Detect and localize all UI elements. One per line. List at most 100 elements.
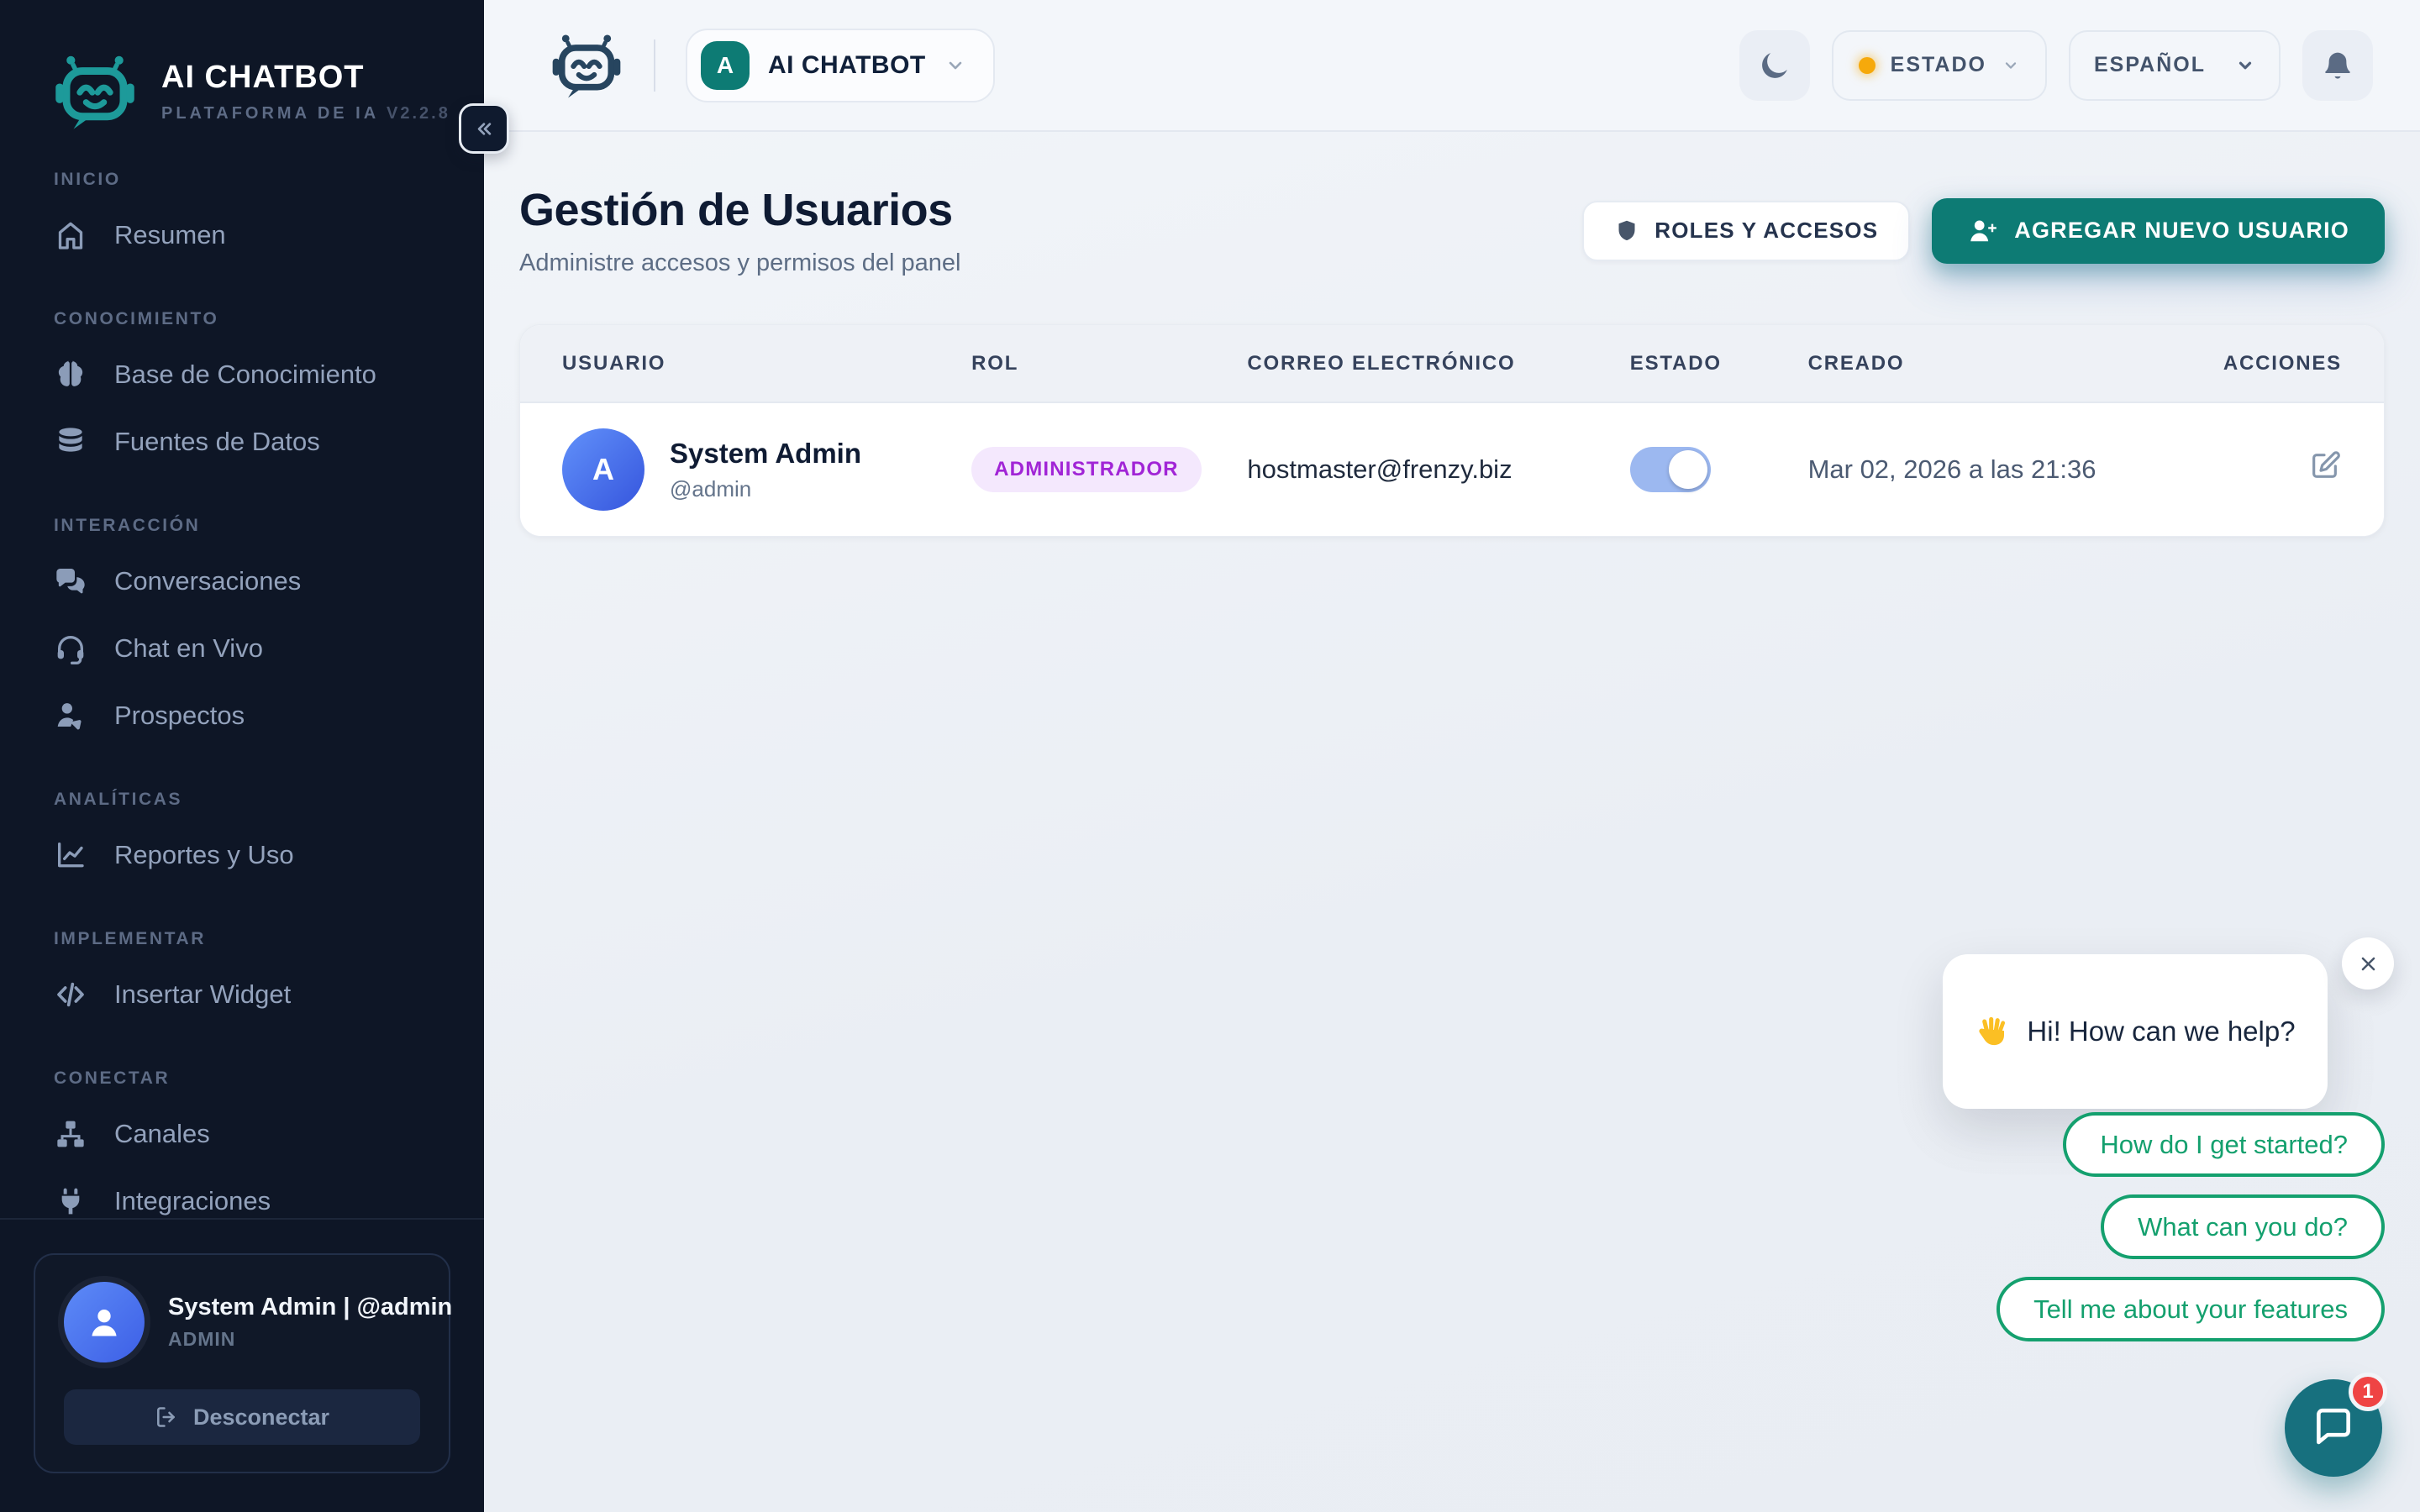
sidebar-section-label: CONOCIMIENTO [54,309,219,328]
dark-mode-toggle[interactable] [1739,29,1810,101]
sidebar-item-chat-en-vivo[interactable]: Chat en Vivo [29,615,455,682]
brain-icon [54,358,87,391]
sidebar-footer: System Admin | @admin ADMIN Desconectar [0,1218,484,1512]
wave-emoji-icon [1975,1014,2010,1049]
sidebar-section-label: INTERACCIÓN [54,516,201,535]
sidebar-item-prospectos[interactable]: Prospectos [29,682,455,749]
sidebar-section-inicio: INICIO Resumen [29,170,455,269]
workspace-label: AI CHATBOT [768,50,926,79]
plug-icon [54,1184,87,1218]
bell-icon [2321,49,2354,82]
sidebar-item-label: Reportes y Uso [114,839,294,869]
chevrons-left-icon [473,118,496,140]
shield-icon [1614,218,1639,244]
sidebar-item-conversaciones[interactable]: Conversaciones [29,548,455,615]
brand-subtitle: PLATAFORMA DE IA V2.2.8 [161,104,450,123]
chat-greeting-text: Hi! How can we help? [2027,1016,2296,1047]
logout-button[interactable]: Desconectar [64,1389,420,1445]
sidebar-item-label: Conversaciones [114,565,302,596]
language-select[interactable]: ESPAÑOL [2069,29,2281,101]
notifications-button[interactable] [2302,29,2373,101]
add-user-button[interactable]: AGREGAR NUEVO USUARIO [1932,197,2385,264]
sidebar-section-label: INICIO [54,170,121,189]
unread-badge: 1 [2349,1373,2387,1411]
sidebar-item-label: Base de Conocimiento [114,359,376,389]
sidebar-logo: AI CHATBOT PLATAFORMA DE IA V2.2.8 [0,0,484,143]
sidebar-nav: INICIO Resumen CONOCIMIENTO Base de Conocim… [0,143,484,1218]
page-title: Gestión de Usuarios [519,185,953,235]
sidebar-item-label: Fuentes de Datos [114,426,320,456]
chat-bubble-icon [2309,1404,2358,1452]
user-name: System Admin | @admin [168,1294,453,1320]
users-table: USUARIO ROL CORREO ELECTRÓNICO ESTADO CR… [519,324,2385,537]
sidebar-item-reportes-y-uso[interactable]: Reportes y Uso [29,822,455,889]
sidebar-item-label: Resumen [114,219,226,249]
chat-close-button[interactable] [2342,937,2394,990]
row-avatar: A [562,428,644,511]
quick-reply-what-can-you-do[interactable]: What can you do? [2101,1194,2385,1259]
sidebar-item-base-de-conocimiento[interactable]: Base de Conocimiento [29,341,455,408]
row-user-handle: @admin [670,475,752,501]
header-robot-logo-icon [550,29,623,102]
edit-user-button[interactable] [2308,449,2342,491]
quick-reply-how-do-i-get-started[interactable]: How do I get started? [2063,1112,2385,1177]
language-label: ESPAÑOL [2094,53,2206,76]
status-toggle[interactable] [1629,447,1711,492]
user-card: System Admin | @admin ADMIN Desconectar [34,1253,453,1473]
workspace-selector[interactable]: A AI CHATBOT [686,28,995,102]
chevron-down-icon [2002,56,2020,75]
sidebar-item-canales[interactable]: Canales [29,1100,455,1168]
table-header-row: USUARIO ROL CORREO ELECTRÓNICO ESTADO CR… [520,325,2384,403]
sidebar-section-conocimiento: CONOCIMIENTO Base de Conocimiento Fuentes … [29,309,455,475]
close-icon [2357,953,2380,975]
column-header-correo: CORREO ELECTRÓNICO [1247,351,1516,375]
role-badge: ADMINISTRADOR [971,447,1202,492]
edit-icon [2308,449,2342,482]
sidebar-item-insertar-widget[interactable]: Insertar Widget [29,961,455,1028]
avatar [64,1282,145,1362]
sidebar-item-label: Canales [114,1118,210,1148]
sidebar-section-implementar: IMPLEMENTAR Insertar Widget [29,929,455,1028]
robot-logo-icon [52,49,138,134]
chart-line-icon [54,838,87,872]
status-label: ESTADO [1890,53,1986,76]
user-role: ADMIN [168,1328,236,1350]
sidebar-section-conectar: CONECTARCanalesIntegracionesTareas de Si… [29,1068,455,1218]
chat-launcher-button[interactable]: 1 [2285,1373,2387,1477]
headset-icon [54,632,87,665]
table-row: A System Admin @admin ADMINISTRADOR host… [520,403,2384,536]
sidebar-section-analiticas: ANALÍTICAS Reportes y Uso [29,790,455,889]
sidebar-item-resumen[interactable]: Resumen [29,202,455,269]
row-user-name: System Admin [670,437,862,469]
status-dot [1858,56,1876,74]
sidebar-collapse-button[interactable] [459,103,509,154]
row-email: hostmaster@frenzy.biz [1247,454,1512,484]
quick-reply-tell-me-about-your-features[interactable]: Tell me about your features [1996,1277,2385,1341]
moon-icon [1758,49,1791,82]
sidebar-item-fuentes-de-datos[interactable]: Fuentes de Datos [29,408,455,475]
status-dropdown[interactable]: ESTADO [1831,29,2047,101]
sidebar-section-label: ANALÍTICAS [54,790,183,809]
brand-title: AI CHATBOT [161,60,365,95]
user-icon [85,1303,124,1341]
chat-bubbles-icon [54,564,87,598]
chat-quick-replies: How do I get started? What can you do? Tel… [1996,1112,2385,1341]
home-icon [54,218,87,252]
workspace-avatar: A [701,40,750,90]
page-subtitle: Administre accesos y permisos del panel [519,249,961,276]
chevron-down-icon [2235,55,2255,76]
sidebar-section-label: IMPLEMENTAR [54,929,207,948]
roles-access-button[interactable]: ROLES Y ACCESOS [1582,200,1911,261]
toggle-knob [1668,450,1707,489]
sidebar-item-integraciones[interactable]: Integraciones [29,1168,455,1218]
top-header: A AI CHATBOT ESTADO ESPAÑOL [484,0,2420,132]
sidebar-section-interaccion: INTERACCIÓN Conversaciones Chat en Vivo Pro… [29,516,455,749]
column-header-rol: ROL [971,351,1019,375]
chevron-down-icon [944,55,966,76]
header-divider [654,39,655,92]
brand-version: V2.2.8 [387,104,450,123]
column-header-usuario: USUARIO [562,351,666,375]
sidebar-item-label: Integraciones [114,1185,271,1215]
user-tag-icon [54,699,87,732]
sidebar-section-label: CONECTAR [54,1068,171,1088]
